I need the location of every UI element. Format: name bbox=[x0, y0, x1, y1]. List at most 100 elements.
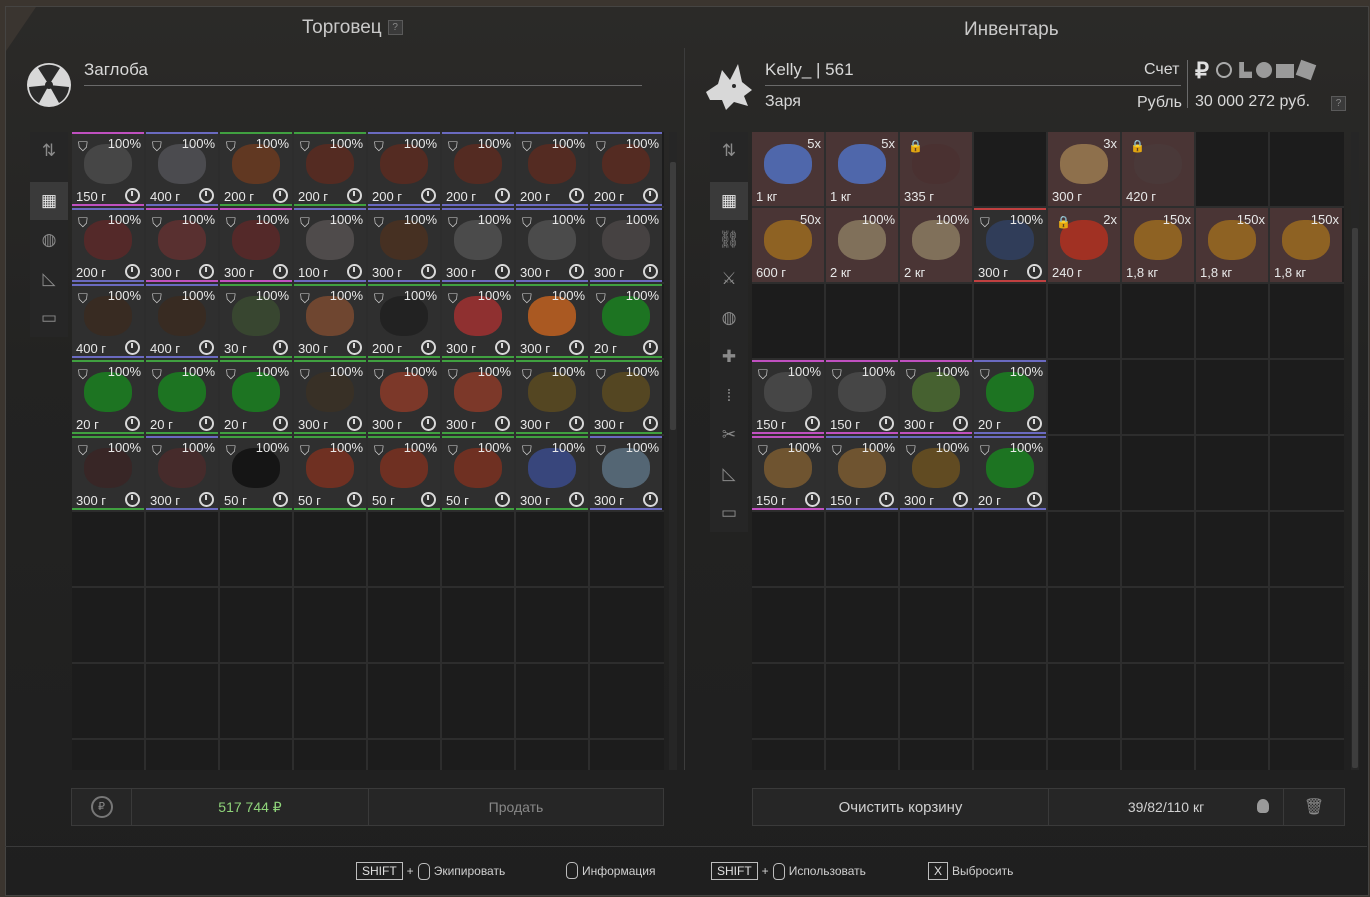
ruler-filter-icon[interactable]: ◺ bbox=[710, 455, 748, 493]
ruble-currency-button[interactable]: ₽ bbox=[1195, 58, 1209, 84]
inventory-item[interactable]: ⛉ 100% 150 г bbox=[72, 132, 144, 206]
ammo-filter-icon[interactable]: ⁞ bbox=[710, 377, 748, 415]
inventory-item[interactable]: ⛉ 100% 200 г bbox=[368, 132, 440, 206]
inventory-item[interactable]: ⛉ 100% 300 г bbox=[442, 208, 514, 282]
inventory-item[interactable]: ⛉ 100% 200 г bbox=[220, 132, 292, 206]
inventory-item[interactable]: 5x 1 кг bbox=[826, 132, 898, 206]
grid-view-icon[interactable]: ▦ bbox=[710, 182, 748, 220]
inventory-item[interactable]: ⛉ 100% 20 г bbox=[590, 284, 662, 358]
inventory-item[interactable]: ⛉ 100% 300 г bbox=[900, 436, 972, 510]
rarity-bar bbox=[294, 432, 366, 434]
disc-currency-icon[interactable] bbox=[1256, 62, 1272, 78]
inventory-item[interactable]: ⛉ 100% 20 г bbox=[72, 360, 144, 434]
inventory-item[interactable]: ⛉ 100% 300 г bbox=[368, 208, 440, 282]
inventory-item[interactable]: ⛉ 100% 300 г bbox=[442, 284, 514, 358]
inventory-item[interactable]: ⛉ 100% 200 г bbox=[294, 132, 366, 206]
inventory-item[interactable]: ⛉ 100% 300 г bbox=[294, 284, 366, 358]
inventory-item[interactable]: 100% 2 кг bbox=[900, 208, 972, 282]
inventory-item[interactable]: 3x 300 г bbox=[1048, 132, 1120, 206]
item-durability: 100% bbox=[477, 136, 511, 151]
sort-icon[interactable]: ⇅ bbox=[30, 132, 68, 170]
trader-help-button[interactable]: ? bbox=[387, 20, 403, 36]
trader-scroll-thumb[interactable] bbox=[670, 162, 676, 430]
item-weight: 20 г bbox=[76, 417, 99, 432]
item-weight: 300 г bbox=[520, 265, 551, 280]
gear-currency-icon[interactable] bbox=[1216, 62, 1232, 78]
box-filter-icon[interactable]: ▭ bbox=[30, 299, 68, 337]
tools-filter-icon[interactable]: ✂ bbox=[710, 416, 748, 454]
inventory-item[interactable]: ⛉ 100% 50 г bbox=[442, 436, 514, 510]
inventory-item[interactable]: ⛉ 100% 20 г bbox=[974, 436, 1046, 510]
inventory-item[interactable]: ⛉ 100% 150 г bbox=[826, 436, 898, 510]
inventory-item[interactable]: 5x 1 кг bbox=[752, 132, 824, 206]
clear-cart-button[interactable]: Очистить корзину bbox=[752, 788, 1049, 826]
sort-icon[interactable]: ⇅ bbox=[710, 132, 748, 170]
inventory-item[interactable]: ⛉ 100% 300 г bbox=[72, 436, 144, 510]
inventory-item[interactable]: ⛉ 100% 300 г bbox=[516, 436, 588, 510]
inventory-scrollbar[interactable] bbox=[1351, 132, 1359, 770]
inventory-item[interactable]: ⛉ 100% 100 г bbox=[294, 208, 366, 282]
inventory-item[interactable]: 🔒 2x 240 г bbox=[1048, 208, 1120, 282]
inventory-item[interactable]: ⛉ 100% 300 г bbox=[974, 208, 1046, 282]
inventory-item[interactable]: 50x 600 г bbox=[752, 208, 824, 282]
inventory-scroll-thumb[interactable] bbox=[1352, 228, 1358, 768]
inventory-item[interactable]: 150x 1,8 кг bbox=[1196, 208, 1268, 282]
inventory-item[interactable]: ⛉ 100% 300 г bbox=[590, 360, 662, 434]
inventory-item[interactable]: ⛉ 100% 20 г bbox=[146, 360, 218, 434]
inventory-item[interactable]: ⛉ 100% 300 г bbox=[590, 208, 662, 282]
artifact-filter-icon[interactable]: ◍ bbox=[30, 221, 68, 259]
inventory-item[interactable]: ⛉ 100% 300 г bbox=[900, 360, 972, 434]
inventory-item[interactable]: ⛉ 100% 300 г bbox=[590, 436, 662, 510]
shield-icon: ⛉ bbox=[300, 443, 310, 458]
tag-currency-icon[interactable] bbox=[1295, 59, 1317, 81]
crate-currency-icon[interactable] bbox=[1276, 64, 1294, 78]
inventory-item[interactable]: 150x 1,8 кг bbox=[1270, 208, 1342, 282]
inventory-item[interactable]: ⛉ 100% 200 г bbox=[72, 208, 144, 282]
inventory-item[interactable]: ⛉ 100% 400 г bbox=[146, 284, 218, 358]
balance-help-button[interactable]: ? bbox=[1331, 96, 1346, 111]
inventory-item[interactable]: ⛉ 100% 150 г bbox=[826, 360, 898, 434]
sell-button[interactable]: Продать bbox=[368, 788, 664, 826]
inventory-item[interactable]: ⛉ 100% 30 г bbox=[220, 284, 292, 358]
inventory-item[interactable]: ⛉ 100% 300 г bbox=[368, 360, 440, 434]
inventory-item[interactable]: ⛉ 100% 300 г bbox=[516, 284, 588, 358]
medkit-filter-icon[interactable]: ✚ bbox=[710, 338, 748, 376]
inventory-item[interactable]: ⛉ 100% 50 г bbox=[220, 436, 292, 510]
grid-view-icon[interactable]: ▦ bbox=[30, 182, 68, 220]
inventory-item[interactable]: 100% 2 кг bbox=[826, 208, 898, 282]
inventory-item[interactable]: ⛉ 100% 300 г bbox=[516, 360, 588, 434]
inventory-item[interactable]: 150x 1,8 кг bbox=[1122, 208, 1194, 282]
trash-button[interactable]: 🗑 bbox=[1283, 788, 1345, 826]
inventory-item[interactable]: ⛉ 100% 200 г bbox=[516, 132, 588, 206]
artifact-filter-icon[interactable]: ◍ bbox=[710, 299, 748, 337]
knife-filter-icon[interactable]: ⚔ bbox=[710, 260, 748, 298]
inventory-item[interactable]: ⛉ 100% 300 г bbox=[516, 208, 588, 282]
inventory-item[interactable]: ⛉ 100% 50 г bbox=[368, 436, 440, 510]
hint-drop: X Выбросить bbox=[928, 862, 1013, 880]
refresh-button[interactable]: ₽ bbox=[71, 788, 132, 826]
inventory-item[interactable]: ⛉ 100% 50 г bbox=[294, 436, 366, 510]
inventory-item[interactable]: ⛉ 100% 200 г bbox=[442, 132, 514, 206]
ruler-filter-icon[interactable]: ◺ bbox=[30, 260, 68, 298]
inventory-item[interactable]: ⛉ 100% 300 г bbox=[220, 208, 292, 282]
inventory-item[interactable]: ⛉ 100% 20 г bbox=[220, 360, 292, 434]
box-filter-icon[interactable]: ▭ bbox=[710, 494, 748, 532]
rarity-bar bbox=[368, 356, 440, 358]
inventory-item[interactable]: ⛉ 100% 400 г bbox=[146, 132, 218, 206]
inventory-item[interactable]: ⛉ 100% 150 г bbox=[752, 436, 824, 510]
link-filter-icon[interactable]: ⛓ bbox=[710, 221, 748, 259]
inventory-item[interactable]: ⛉ 100% 300 г bbox=[146, 208, 218, 282]
inventory-item[interactable]: ⛉ 100% 20 г bbox=[974, 360, 1046, 434]
inventory-item[interactable]: 🔒 335 г bbox=[900, 132, 972, 206]
inventory-item[interactable]: ⛉ 100% 400 г bbox=[72, 284, 144, 358]
inventory-item[interactable]: ⛉ 100% 150 г bbox=[752, 360, 824, 434]
inventory-item[interactable]: ⛉ 100% 200 г bbox=[590, 132, 662, 206]
inventory-item[interactable]: 🔒 420 г bbox=[1122, 132, 1194, 206]
inventory-item[interactable]: ⛉ 100% 300 г bbox=[146, 436, 218, 510]
boot-currency-icon[interactable] bbox=[1239, 62, 1252, 78]
trader-scrollbar[interactable] bbox=[669, 132, 677, 770]
grid-line bbox=[72, 586, 664, 588]
inventory-item[interactable]: ⛉ 100% 300 г bbox=[442, 360, 514, 434]
inventory-item[interactable]: ⛉ 100% 300 г bbox=[294, 360, 366, 434]
inventory-item[interactable]: ⛉ 100% 200 г bbox=[368, 284, 440, 358]
